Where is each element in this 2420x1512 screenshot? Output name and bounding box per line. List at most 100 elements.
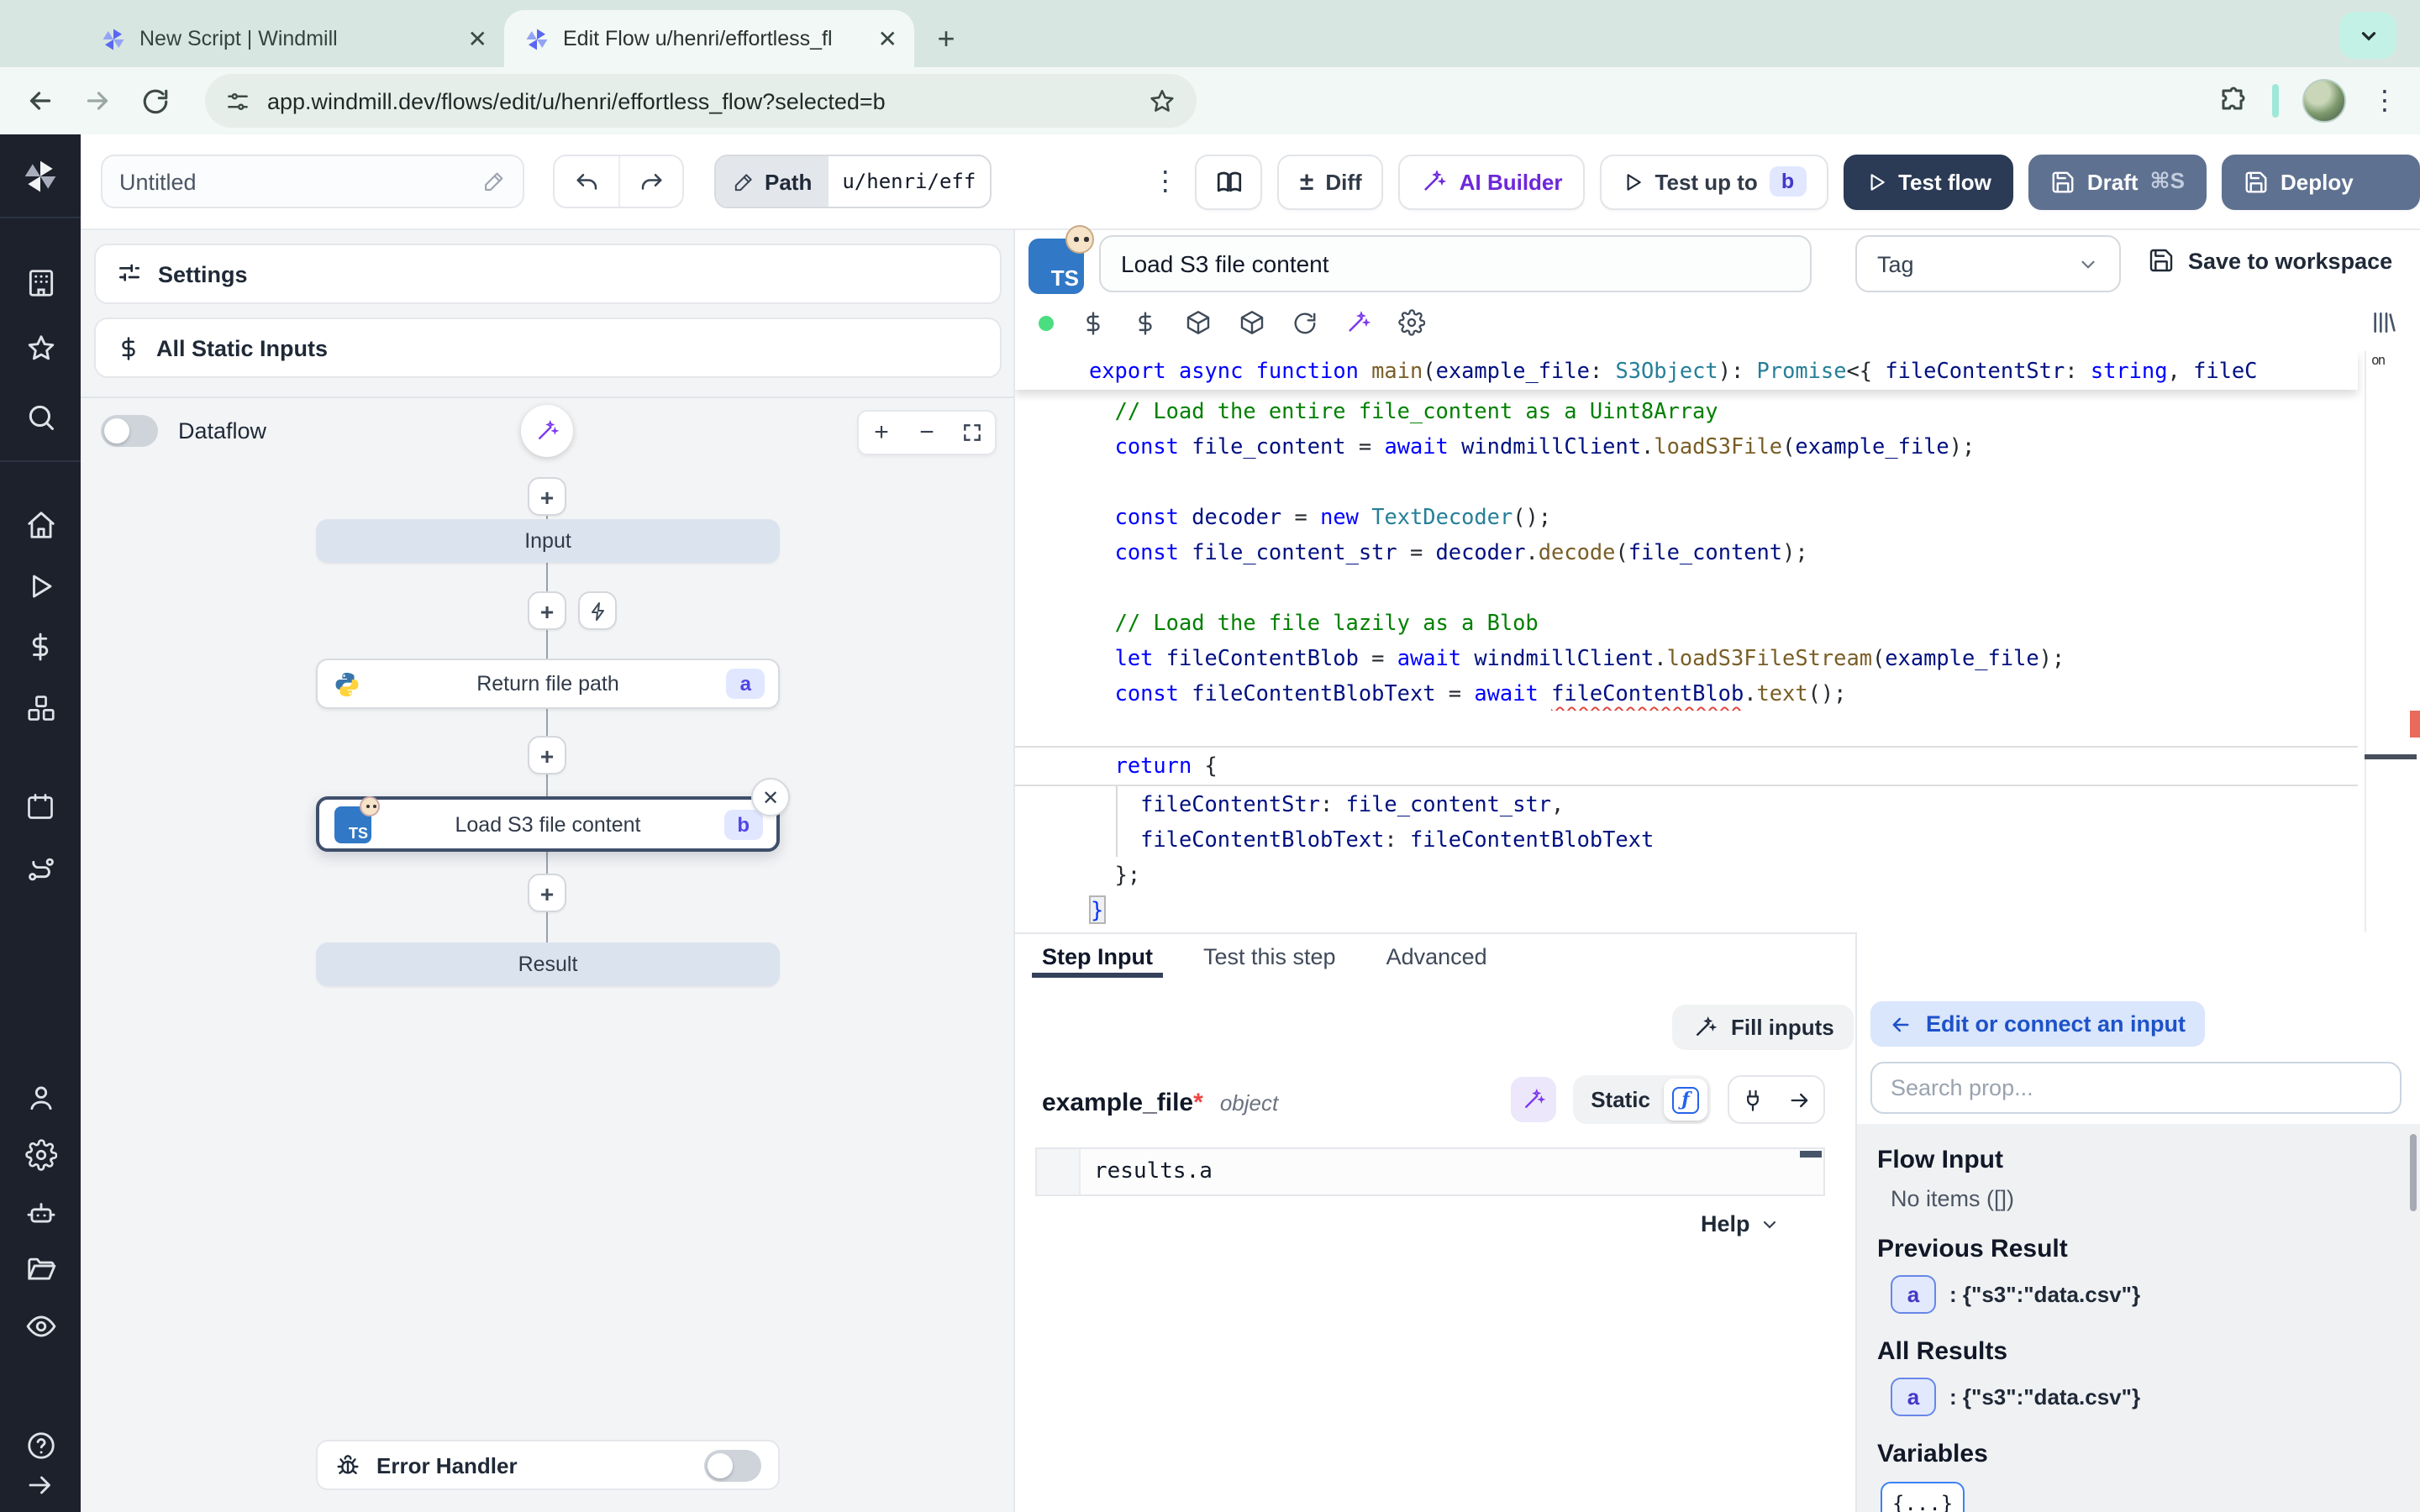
bun-typescript-icon: TS [1028,239,1084,294]
fill-inputs-button[interactable]: Fill inputs [1672,1005,1854,1050]
result-node[interactable]: Result [316,942,780,986]
forward-button[interactable] [77,81,118,121]
diff-button[interactable]: ±Diff [1278,154,1384,209]
url-bar[interactable]: app.windmill.dev/flows/edit/u/henri/effo… [205,74,1197,128]
package-icon[interactable] [1185,309,1212,336]
tag-select[interactable]: Tag [1855,235,2121,292]
browser-tab-new-script[interactable]: New Script | Windmill ✕ [81,10,504,67]
favorites-icon[interactable] [0,323,81,373]
result-value[interactable]: : {"s3":"data.csv"} [1949,1384,2140,1410]
settings-gear-icon[interactable] [0,1129,81,1179]
variables-title: Variables [1877,1440,2400,1468]
redo-button[interactable] [618,156,682,207]
path-input[interactable]: u/henri/eff [829,156,990,207]
tab-test-this-step[interactable]: Test this step [1203,934,1336,978]
runs-icon[interactable] [0,561,81,612]
help-toggle[interactable]: Help [1701,1211,1781,1236]
test-up-to-button[interactable]: Test up to b [1600,154,1828,209]
library-panel-icon[interactable] [2370,309,2396,336]
edit-or-connect-button[interactable]: Edit or connect an input [1870,1001,2204,1047]
tab-step-input[interactable]: Step Input [1042,934,1153,978]
settings-card[interactable]: Settings [94,244,1002,304]
result-key-chip[interactable]: a [1891,1378,1936,1416]
new-tab-button[interactable]: + [924,17,968,60]
bookmark-star-icon[interactable] [1148,87,1176,115]
add-step-button[interactable]: + [528,736,566,774]
collapse-sidebar-icon[interactable] [0,1460,81,1510]
ai-wand-icon[interactable] [1344,309,1371,336]
workspace-icon[interactable] [0,257,81,307]
step-b-node[interactable]: TS Load S3 file content b [316,796,780,852]
search-prop-input[interactable] [1870,1062,2402,1114]
package-icon[interactable] [1239,309,1265,336]
arrow-right-button[interactable] [1776,1077,1823,1122]
audit-eye-icon[interactable] [0,1300,81,1351]
variables-chip[interactable]: {...} [1881,1482,1965,1512]
add-step-button[interactable]: + [528,874,566,912]
path-button[interactable]: Path [716,156,829,207]
reload-button[interactable] [134,81,175,121]
search-icon[interactable] [0,391,81,442]
browser-tab-edit-flow[interactable]: Edit Flow u/henri/effortless_fl ✕ [504,10,914,67]
schedules-icon[interactable] [0,781,81,832]
windmill-logo[interactable] [0,134,81,218]
extensions-icon[interactable] [2218,86,2249,116]
save-to-workspace-button[interactable]: Save to workspace [2148,247,2392,274]
back-button[interactable] [20,81,60,121]
tab-close-icon[interactable]: ✕ [468,24,487,53]
error-handler-toggle[interactable] [704,1449,761,1481]
variables-icon[interactable] [0,622,81,672]
step-name-input[interactable] [1099,235,1812,292]
add-step-button[interactable]: + [528,591,566,630]
arrow-left-icon [25,86,55,116]
profile-avatar[interactable] [2302,79,2346,123]
more-options-icon[interactable]: ⋮ [1150,165,1181,198]
edit-pencil-icon[interactable] [482,170,506,193]
plug-button[interactable] [1729,1077,1776,1122]
minimap [2365,351,2366,932]
error-handler-card[interactable]: Error Handler [316,1440,780,1490]
input-node[interactable]: Input [316,519,780,563]
site-controls-icon[interactable] [225,88,250,113]
test-flow-button[interactable]: Test flow [1843,154,2013,209]
variables-icon[interactable] [1133,310,1158,335]
function-icon: ƒ [1672,1086,1699,1113]
deploy-button[interactable]: Deploy [2222,154,2420,209]
tab-advanced[interactable]: Advanced [1386,934,1487,978]
tab-close-icon[interactable]: ✕ [878,24,897,53]
tabstrip-chevron-button[interactable] [2339,12,2396,59]
flow-graph[interactable]: + Input + Return file path a + TS Load S… [81,398,1013,1512]
field-value[interactable]: results.a [1081,1149,1823,1194]
user-icon[interactable] [0,1072,81,1122]
routes-icon[interactable] [0,843,81,894]
add-branch-button[interactable] [578,591,617,630]
assets-icon[interactable] [1081,310,1106,335]
reload-icon[interactable] [1292,310,1318,335]
docs-button[interactable] [1196,154,1263,209]
javascript-expr-button[interactable]: ƒ [1664,1079,1707,1121]
draft-button[interactable]: Draft ⌘S [2028,154,2207,209]
minimap-slider[interactable] [2365,754,2417,759]
browser-menu-icon[interactable]: ⋮ [2370,84,2400,118]
ai-fill-button[interactable] [1510,1077,1555,1122]
field-value-editor[interactable]: results.a [1035,1147,1825,1196]
path-label: Path [765,169,812,194]
static-toggle-group[interactable]: Static ƒ [1572,1075,1711,1124]
flow-name-box[interactable]: Untitled [101,155,524,208]
code-editor[interactable]: on export async function main(example_fi… [1015,351,2420,932]
gear-icon[interactable] [1398,309,1425,336]
all-static-inputs-label: All Static Inputs [156,335,328,360]
folders-icon[interactable] [0,1243,81,1294]
resources-icon[interactable] [0,682,81,732]
undo-button[interactable] [555,156,618,207]
ai-builder-button[interactable]: AI Builder [1399,154,1585,209]
workers-robot-icon[interactable] [0,1186,81,1236]
add-step-button[interactable]: + [528,477,566,516]
scrollbar-thumb[interactable] [2410,1134,2417,1211]
result-value[interactable]: : {"s3":"data.csv"} [1949,1282,2140,1307]
step-a-node[interactable]: Return file path a [316,659,780,709]
delete-step-button[interactable]: ✕ [751,778,790,816]
home-icon[interactable] [0,499,81,549]
result-key-chip[interactable]: a [1891,1275,1936,1314]
all-static-inputs-card[interactable]: All Static Inputs [94,318,1002,378]
